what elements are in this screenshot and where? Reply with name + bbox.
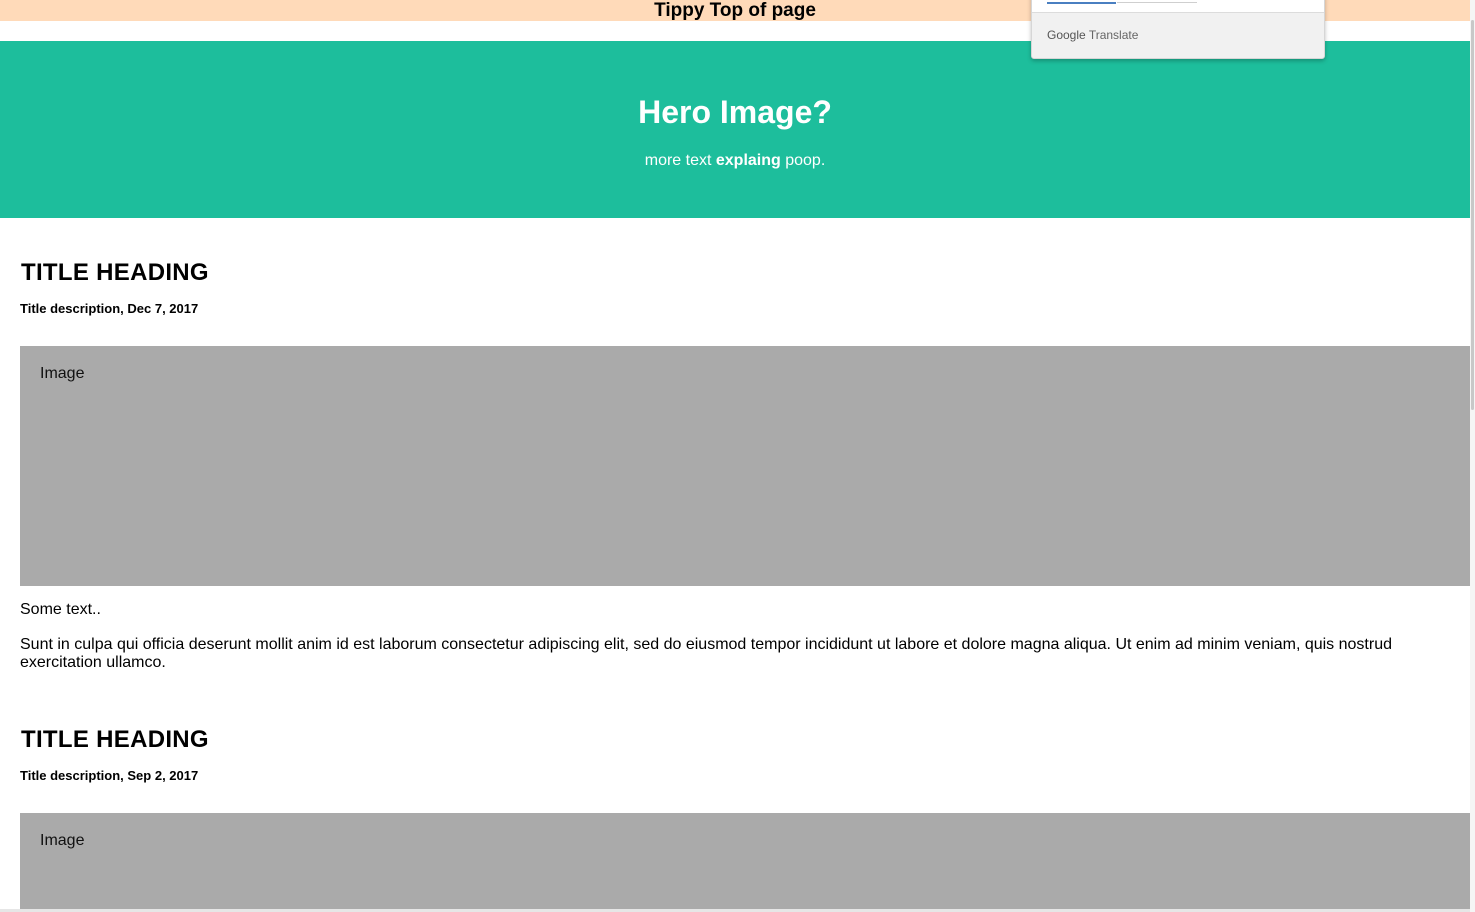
post-body-text: Sunt in culpa qui officia deserunt molli…: [20, 636, 1392, 671]
image-label: Image: [40, 365, 85, 382]
post-short-text: Some text..: [20, 601, 101, 618]
hero-banner: Hero Image? more text explaing poop.: [0, 41, 1470, 218]
translate-tabs[interactable]: [1032, 0, 1324, 13]
scrollbar-thumb[interactable]: [1471, 20, 1474, 410]
hero-subtitle: more text explaing poop.: [0, 151, 1470, 171]
post-image-placeholder: Image: [20, 813, 1470, 912]
post-title: TITLE HEADING: [21, 259, 209, 286]
hero-subtitle-start: more text: [644, 152, 716, 169]
translate-label: Translate: [1088, 28, 1139, 42]
vertical-scrollbar[interactable]: [1470, 0, 1475, 912]
hero-subtitle-end: poop.: [780, 152, 826, 169]
post-image-placeholder: Image: [20, 346, 1470, 586]
image-label: Image: [40, 832, 85, 849]
hero-title: Hero Image?: [638, 94, 832, 130]
google-logo-text: Google: [1047, 28, 1086, 42]
hero-subtitle-bold: explaing: [715, 152, 781, 169]
post-card: TITLE HEADING Title description, Dec 7, …: [20, 258, 1470, 678]
post-description: Title description, Sep 2, 2017: [20, 768, 199, 783]
translate-tab-active[interactable]: [1047, 2, 1116, 4]
post-description: Title description, Dec 7, 2017: [20, 301, 199, 316]
google-translate-brand: Google Translate: [1047, 28, 1138, 42]
translate-tab-inactive[interactable]: [1117, 2, 1197, 3]
top-bar-title: Tippy Top of page: [654, 0, 816, 21]
google-translate-popup[interactable]: Google Translate: [1031, 0, 1325, 59]
post-title: TITLE HEADING: [21, 726, 209, 753]
post-card: TITLE HEADING Title description, Sep 2, …: [20, 725, 1470, 912]
